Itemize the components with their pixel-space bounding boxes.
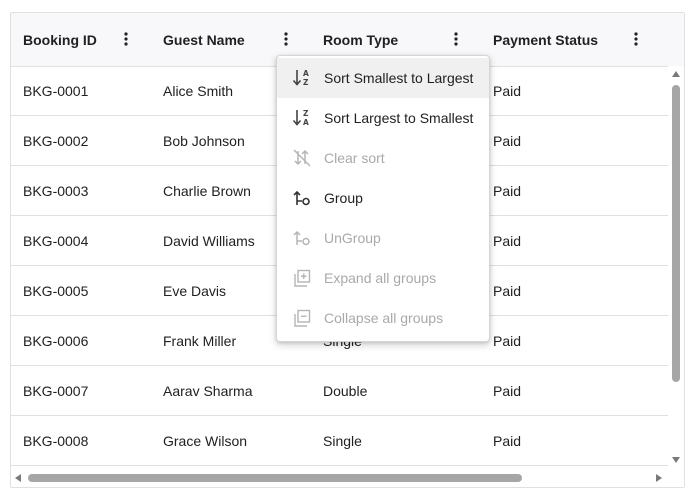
booking-id-cell: BKG-0001: [23, 82, 89, 99]
payment-status-cell: Paid: [493, 332, 522, 349]
svg-text:A: A: [303, 118, 309, 127]
menu-item-collapse-all-groups[interactable]: Collapse all groups: [277, 298, 489, 338]
room-type-cell: Single: [323, 432, 362, 449]
expand-groups-icon: [294, 269, 311, 287]
booking-id-cell: BKG-0008: [23, 432, 89, 449]
column-header-payment-status[interactable]: Payment Status: [493, 13, 598, 66]
column-menu-kebab-icon[interactable]: [627, 30, 645, 48]
vertical-scrollbar[interactable]: [668, 66, 684, 468]
booking-id-cell: BKG-0003: [23, 182, 89, 199]
menu-item-group[interactable]: Group: [277, 178, 489, 218]
guest-name-cell: Alice Smith: [163, 82, 234, 99]
booking-id-cell: BKG-0002: [23, 132, 89, 149]
menu-item-label: Expand all groups: [324, 270, 437, 286]
collapse-groups-icon: [294, 309, 311, 327]
guest-name-cell: Bob Johnson: [163, 132, 245, 149]
booking-id-cell: BKG-0005: [23, 282, 89, 299]
column-menu: A Z Sort Smallest to Largest Z A Sort La…: [276, 55, 490, 342]
scroll-up-arrow-icon[interactable]: [672, 71, 680, 77]
svg-text:Z: Z: [303, 109, 309, 118]
vertical-scroll-thumb[interactable]: [672, 85, 680, 382]
guest-name-cell: Grace Wilson: [163, 432, 248, 449]
menu-item-label: Sort Smallest to Largest: [324, 70, 474, 86]
scrollbar-corner: [668, 468, 684, 487]
payment-status-cell: Paid: [493, 232, 522, 249]
horizontal-scroll-thumb[interactable]: [28, 474, 522, 482]
column-header-label: Room Type: [323, 31, 399, 48]
horizontal-scrollbar[interactable]: [11, 468, 668, 487]
guest-name-cell: David Williams: [163, 232, 255, 249]
column-header-label: Payment Status: [493, 31, 599, 48]
column-menu-kebab-icon[interactable]: [117, 30, 135, 48]
guest-name-cell: Charlie Brown: [163, 182, 251, 199]
svg-text:Z: Z: [303, 78, 309, 87]
room-type-cell: Double: [323, 382, 368, 399]
column-header-booking-id[interactable]: Booking ID: [23, 13, 97, 66]
booking-id-cell: BKG-0007: [23, 382, 89, 399]
scroll-down-arrow-icon[interactable]: [672, 457, 680, 463]
scroll-left-arrow-icon[interactable]: [15, 474, 21, 482]
column-header-guest-name[interactable]: Guest Name: [163, 13, 245, 66]
menu-item-label: Group: [324, 190, 363, 206]
guest-name-cell: Aarav Sharma: [163, 382, 253, 399]
menu-item-sort-descending[interactable]: Z A Sort Largest to Smallest: [277, 98, 489, 138]
payment-status-cell: Paid: [493, 82, 522, 99]
group-icon: [293, 190, 310, 206]
column-menu-kebab-icon[interactable]: [447, 30, 465, 48]
column-header-label: Booking ID: [23, 31, 97, 48]
sort-ascending-icon: A Z: [292, 69, 309, 87]
menu-item-ungroup[interactable]: UnGroup: [277, 218, 489, 258]
sort-descending-icon: Z A: [292, 109, 309, 127]
scroll-right-arrow-icon[interactable]: [656, 474, 662, 482]
guest-name-cell: Frank Miller: [163, 332, 237, 349]
payment-status-cell: Paid: [493, 182, 522, 199]
svg-text:A: A: [303, 69, 309, 78]
menu-item-expand-all-groups[interactable]: Expand all groups: [277, 258, 489, 298]
payment-status-cell: Paid: [493, 432, 522, 449]
menu-item-clear-sort[interactable]: Clear sort: [277, 138, 489, 178]
payment-status-cell: Paid: [493, 282, 522, 299]
column-header-label: Guest Name: [163, 31, 245, 48]
menu-item-label: Clear sort: [324, 150, 385, 166]
menu-item-label: Sort Largest to Smallest: [324, 110, 474, 126]
booking-id-cell: BKG-0006: [23, 332, 89, 349]
column-menu-kebab-icon[interactable]: [277, 30, 295, 48]
menu-item-label: Collapse all groups: [324, 310, 444, 326]
guest-name-cell: Eve Davis: [163, 282, 227, 299]
table-row[interactable]: BKG-0008 Grace Wilson Single Paid: [11, 416, 668, 466]
payment-status-cell: Paid: [493, 132, 522, 149]
payment-status-cell: Paid: [493, 382, 522, 399]
menu-item-label: UnGroup: [324, 230, 381, 246]
menu-item-sort-ascending[interactable]: A Z Sort Smallest to Largest: [277, 58, 489, 98]
ungroup-icon: [293, 230, 310, 246]
table-row[interactable]: BKG-0007 Aarav Sharma Double Paid: [11, 366, 668, 416]
booking-id-cell: BKG-0004: [23, 232, 89, 249]
clear-sort-icon: [293, 149, 311, 167]
